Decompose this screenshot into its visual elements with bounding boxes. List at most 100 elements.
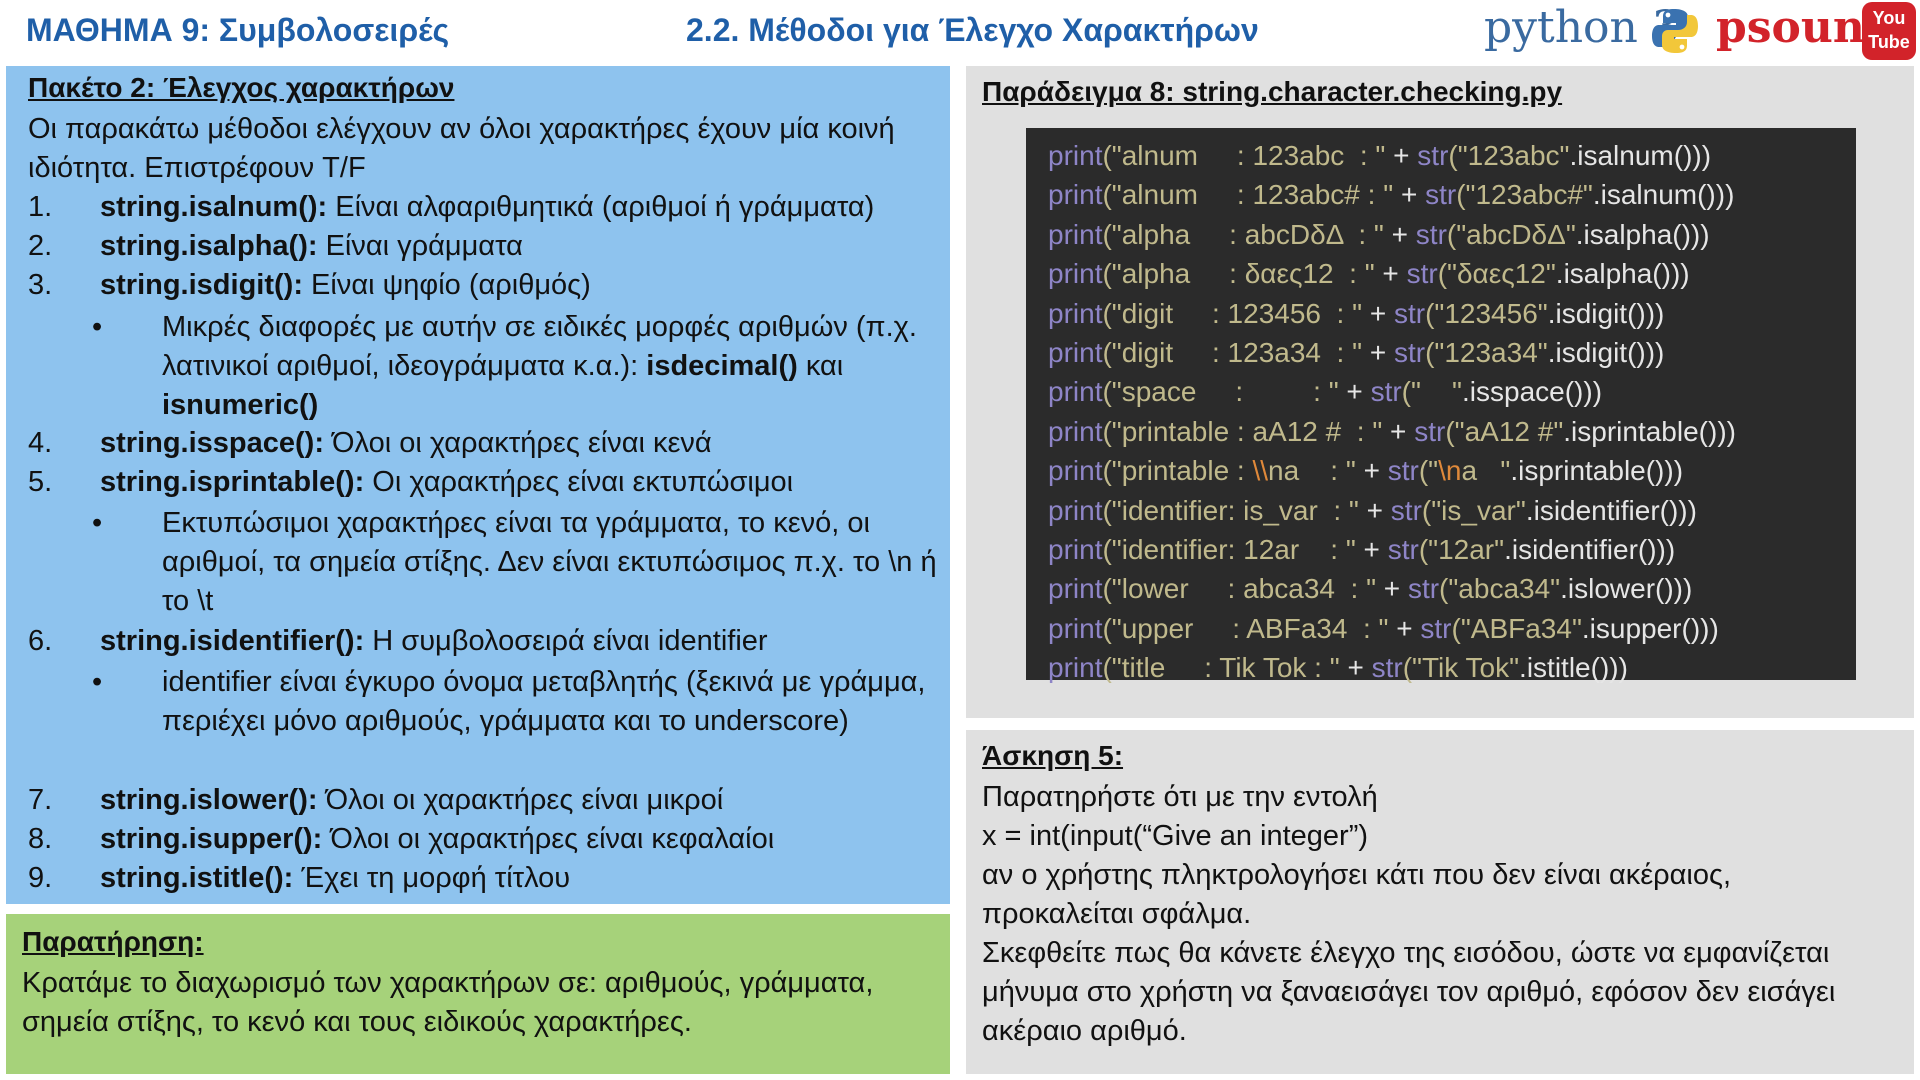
method-code: string.isprintable(): [100,466,365,498]
method-desc: Είναι γράμματα [317,230,523,262]
slide-header: ΜΑΘΗΜΑ 9: Συμβολοσειρές 2.2. Μέθοδοι για… [0,0,1920,64]
code-line: print("upper : ABFa34 : " + str("ABFa34"… [1048,609,1856,648]
code-token: + [1338,376,1371,408]
method-number: 1. [28,191,53,223]
youtube-icon-top: You [1872,8,1906,28]
code-line: print("alnum : 123abc# : " + str("123abc… [1048,175,1856,214]
code-token: .isupper())) [1581,612,1719,644]
code-line: print("alpha : abcDδΔ : " + str("abcDδΔ"… [1048,215,1856,254]
code-token: ("abca34" [1439,573,1561,605]
code-token: ("identifier: is_var : " [1102,494,1359,526]
code-token: ("12ar" [1418,533,1505,565]
method-code: string.isidentifier(): [100,625,365,657]
code-token: str [1417,140,1449,171]
method-code: string.isspace(): [100,427,324,459]
code-token: ("123abc#" [1456,179,1593,211]
python-icon [1652,9,1698,53]
code-token: print [1048,179,1103,211]
code-token: print [1048,533,1103,565]
exercise-panel: Άσκηση 5: Παρατηρήστε ότι με την εντολή x… [966,730,1914,1074]
code-token: ("ABFa34" [1451,612,1582,644]
code-token: str [1406,258,1438,290]
code-token: .isalnum())) [1569,140,1712,171]
code-token: \n [1438,455,1462,487]
method-number: 5. [28,466,53,498]
method-code: string.isupper(): [100,823,323,855]
code-token: ("123a34" [1425,336,1548,368]
method-number: 8. [28,823,53,855]
bullet-text: Εκτυπώσιμοι χαρακτήρες είναι τα γράμματα… [162,507,937,617]
note-text: Κρατάμε το διαχωρισμό των χαρακτήρων σε:… [22,967,874,1038]
code-token: str [1420,612,1452,644]
code-token: str [1390,494,1422,526]
code-token: .istitle())) [1519,652,1628,684]
example-heading: Παράδειγμα 8: string.character.checking.… [982,76,1563,107]
method-desc: Η συμβολοσειρά είναι identifier [364,625,768,657]
code-line: print("digit : 123a34 : " + str("123a34"… [1048,333,1856,372]
code-token: ("title : Tik Tok : " [1102,652,1340,684]
code-token: str [1393,297,1426,329]
bullet-text: και [797,350,844,382]
code-token: .isalpha())) [1555,258,1690,290]
method-code: string.isdigit(): [100,269,303,301]
method-number: 3. [28,269,53,301]
code-token: ("identifier: 12ar : " [1102,533,1356,565]
code-token: ("digit : 123456 : " [1102,297,1363,329]
code-line: print("identifier: 12ar : " + str("12ar"… [1048,530,1856,569]
code-token: .isalpha())) [1575,218,1710,250]
bullet-code: isnumeric() [162,389,319,421]
exercise-line: Παρατηρήστε ότι με την εντολή [982,781,1378,813]
code-line: print("alnum : 123abc : " + str("123abc"… [1048,136,1856,175]
exercise-line: αν ο χρήστης πληκτρολογήσει κάτι που δεν… [982,859,1732,891]
code-token: ("alnum : 123abc : " [1102,140,1386,171]
exercise-line: x = int(input(“Give an integer”) [982,820,1369,852]
code-line: print("identifier: is_var : " + str("is_… [1048,491,1856,530]
code-token: print [1048,415,1103,447]
code-token: ("space : : " [1102,376,1339,408]
code-token: + [1358,494,1391,526]
code-token: + [1374,258,1407,290]
methods-intro: Οι παρακάτω μέθοδοι ελέγχουν αν όλοι χαρ… [28,113,895,184]
methods-panel: Πακέτο 2: Έλεγχος χαρακτήρων Οι παρακάτω… [6,66,950,904]
code-token: .isprintable())) [1510,455,1684,487]
code-token: print [1048,376,1103,408]
code-token: ("alpha : abcDδΔ : " [1102,218,1384,250]
code-block: print("alnum : 123abc : " + str("123abc"… [1026,128,1856,684]
code-token: + [1355,533,1388,565]
code-token: + [1362,297,1394,329]
code-token: str [1387,455,1419,487]
method-code: string.isalnum(): [100,191,328,223]
exercise-line: μήνυμα στο χρήστη να ξαναεισάγει τον αρι… [982,976,1836,1008]
code-token: + [1388,612,1421,644]
code-token: .islower())) [1560,573,1693,605]
code-token: ("abcDδΔ" [1446,218,1576,250]
code-token: \\ [1252,455,1269,487]
method-code: string.istitle(): [100,862,294,894]
code-token: ("δαες12" [1437,258,1556,290]
method-desc: Όλοι οι χαρακτήρες είναι μικροί [317,784,724,816]
code-token: ("alnum : 123abc# : " [1102,179,1394,211]
code-token: + [1385,140,1418,171]
code-token: ("aA12 #" [1445,415,1564,447]
code-token: + [1383,218,1416,250]
code-line: print("space : : " + str(" ".isspace())) [1048,372,1856,411]
example-panel: Παράδειγμα 8: string.character.checking.… [966,66,1914,718]
code-token: ("Tik Tok" [1402,652,1520,684]
code-line: print("digit : 123456 : " + str("123456"… [1048,294,1856,333]
code-token: (" " [1401,376,1462,408]
code-token: ("digit : 123a34 : " [1102,336,1363,368]
code-token: ("lower : abca34 : " [1102,573,1377,605]
code-token: .isdigit())) [1547,336,1665,368]
code-token: .isspace())) [1462,376,1603,408]
code-token: + [1393,179,1426,211]
method-number: 4. [28,427,53,459]
code-token: print [1048,258,1103,290]
code-token: .isalnum())) [1592,179,1735,211]
youtube-icon: You Tube [1862,2,1916,60]
bullet-symbol: • [92,666,103,698]
method-number: 7. [28,784,53,816]
code-token: .isprintable())) [1563,415,1736,447]
code-token: str [1414,415,1446,447]
code-token: str [1425,179,1457,211]
bullet-code: isdecimal() [646,350,798,382]
